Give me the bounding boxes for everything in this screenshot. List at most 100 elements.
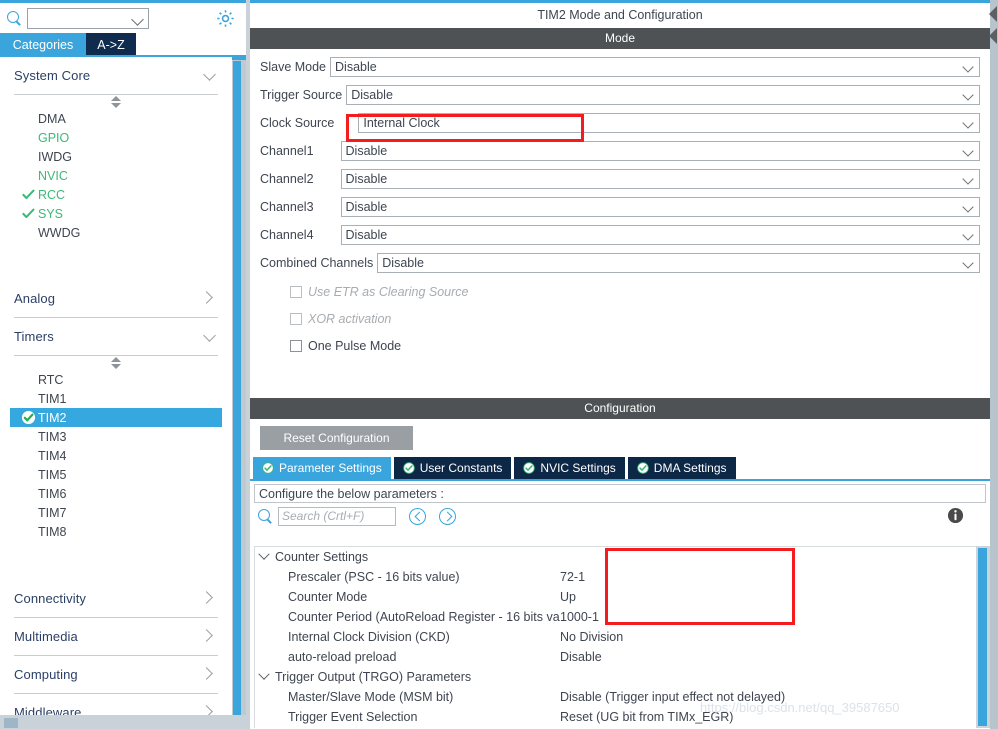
previous-match-icon[interactable] bbox=[409, 507, 426, 525]
category-group-system-core[interactable]: System Core bbox=[14, 57, 218, 95]
peripheral-item-tim7[interactable]: TIM7 bbox=[0, 503, 232, 522]
peripheral-item-wwdg[interactable]: WWDG bbox=[0, 223, 232, 242]
tab-categories[interactable]: Categories bbox=[0, 33, 86, 57]
tab-nvic-settings-label: NVIC Settings bbox=[540, 461, 616, 475]
param-row-counter-period[interactable]: Counter Period (AutoReload Register - 16… bbox=[255, 607, 976, 627]
select-slave-mode[interactable]: Disable bbox=[330, 57, 980, 77]
param-row-internal-clock-division[interactable]: Internal Clock Division (CKD) No Divisio… bbox=[255, 627, 976, 647]
category-group-label: Multimedia bbox=[14, 629, 78, 644]
param-group-counter-settings[interactable]: Counter Settings bbox=[255, 547, 976, 567]
category-group-timers[interactable]: Timers bbox=[14, 318, 218, 356]
chevron-right-icon bbox=[200, 667, 213, 680]
peripheral-item-tim8[interactable]: TIM8 bbox=[0, 522, 232, 541]
checkbox-xor-activation[interactable]: XOR activation bbox=[260, 308, 980, 330]
category-group-label: Timers bbox=[14, 329, 54, 344]
peripheral-item-rtc[interactable]: RTC bbox=[0, 370, 232, 389]
category-group-multimedia[interactable]: Multimedia bbox=[14, 618, 218, 656]
chevron-down-icon bbox=[131, 12, 144, 26]
scroll-spinner-timers[interactable] bbox=[0, 356, 232, 370]
left-panel-scrollbar-thumb[interactable] bbox=[233, 61, 241, 723]
tab-user-constants[interactable]: User Constants bbox=[393, 457, 512, 479]
label-channel2: Channel2 bbox=[260, 172, 314, 186]
param-name: Counter Period (AutoReload Register - 16… bbox=[288, 610, 560, 624]
tab-a-to-z[interactable]: A->Z bbox=[86, 33, 136, 57]
chevron-down-icon bbox=[962, 145, 974, 157]
tab-nvic-settings[interactable]: NVIC Settings bbox=[514, 457, 625, 479]
scroll-spinner-top[interactable] bbox=[0, 95, 232, 109]
select-clock-source[interactable]: Internal Clock bbox=[358, 113, 980, 133]
peripheral-item-tim5[interactable]: TIM5 bbox=[0, 465, 232, 484]
select-slave-mode-value: Disable bbox=[335, 60, 377, 74]
peripheral-item-tim3[interactable]: TIM3 bbox=[0, 427, 232, 446]
configuration-panel: TIM2 Mode and Configuration Mode Slave M… bbox=[250, 0, 990, 729]
param-group-trigger-output[interactable]: Trigger Output (TRGO) Parameters bbox=[255, 667, 976, 687]
param-row-counter-mode[interactable]: Counter Mode Up bbox=[255, 587, 976, 607]
row-channel2: Channel2 Disable bbox=[260, 169, 980, 189]
select-channel1[interactable]: Disable bbox=[340, 141, 980, 161]
info-icon[interactable] bbox=[947, 507, 964, 524]
tab-categories-label: Categories bbox=[12, 38, 74, 52]
left-panel-scrollbar-cap bbox=[232, 57, 246, 60]
peripheral-item-tim1[interactable]: TIM1 bbox=[0, 389, 232, 408]
peripheral-item-tim6[interactable]: TIM6 bbox=[0, 484, 232, 503]
checkbox-box bbox=[290, 286, 302, 298]
tab-parameter-settings[interactable]: Parameter Settings bbox=[253, 457, 391, 479]
select-combined-channels[interactable]: Disable bbox=[377, 253, 980, 273]
checkbox-use-etr-clearing-source[interactable]: Use ETR as Clearing Source bbox=[260, 281, 980, 303]
selector-tabs: Categories A->Z bbox=[0, 33, 246, 57]
select-channel4[interactable]: Disable bbox=[340, 225, 980, 245]
category-list: System Core DMA GPIO IWDG NVIC RCC SYS W… bbox=[0, 57, 232, 718]
peripheral-item-iwdg[interactable]: IWDG bbox=[0, 147, 232, 166]
panel-splitter[interactable] bbox=[990, 0, 998, 729]
search-icon bbox=[5, 9, 23, 27]
check-icon bbox=[22, 207, 35, 220]
param-row-prescaler[interactable]: Prescaler (PSC - 16 bits value) 72-1 bbox=[255, 567, 976, 587]
param-name: Counter Mode bbox=[288, 590, 368, 604]
peripheral-label: TIM4 bbox=[38, 448, 67, 463]
category-group-analog[interactable]: Analog bbox=[14, 280, 218, 318]
splitter-arrows[interactable] bbox=[988, 4, 998, 48]
select-channel2[interactable]: Disable bbox=[340, 169, 980, 189]
category-group-connectivity[interactable]: Connectivity bbox=[14, 580, 218, 618]
param-group-label: Trigger Output (TRGO) Parameters bbox=[275, 670, 472, 684]
watermark: https://blog.csdn.net/qq_39587650 bbox=[700, 700, 900, 715]
peripheral-label: TIM6 bbox=[38, 486, 67, 501]
reset-configuration-button[interactable]: Reset Configuration bbox=[260, 426, 413, 450]
peripheral-label: TIM7 bbox=[38, 505, 67, 520]
peripheral-label: IWDG bbox=[38, 149, 73, 164]
chevron-right-icon bbox=[200, 629, 213, 642]
category-group-label: Analog bbox=[14, 291, 56, 306]
peripheral-item-gpio[interactable]: GPIO bbox=[0, 128, 232, 147]
peripheral-item-tim2[interactable]: TIM2 bbox=[10, 408, 222, 427]
param-row-auto-reload-preload[interactable]: auto-reload preload Disable bbox=[255, 647, 976, 667]
parameter-table-scrollbar-thumb[interactable] bbox=[978, 548, 987, 726]
tab-dma-settings[interactable]: DMA Settings bbox=[627, 457, 736, 479]
spinner-down-icon bbox=[111, 103, 121, 108]
chevron-down-icon bbox=[962, 173, 974, 185]
checkbox-one-pulse-mode[interactable]: One Pulse Mode bbox=[260, 335, 980, 357]
horizontal-scrollbar-thumb[interactable] bbox=[4, 718, 18, 728]
search-row bbox=[0, 3, 246, 33]
gear-icon[interactable] bbox=[215, 8, 236, 29]
peripheral-label: RCC bbox=[38, 187, 66, 202]
peripheral-item-rcc[interactable]: RCC bbox=[0, 185, 232, 204]
select-trigger-source[interactable]: Disable bbox=[346, 85, 980, 105]
select-channel3[interactable]: Disable bbox=[340, 197, 980, 217]
param-value: Up bbox=[560, 590, 576, 604]
peripheral-label: DMA bbox=[38, 111, 66, 126]
peripheral-item-sys[interactable]: SYS bbox=[0, 204, 232, 223]
row-channel3: Channel3 Disable bbox=[260, 197, 980, 217]
peripheral-label: GPIO bbox=[38, 130, 70, 145]
check-circle-icon bbox=[21, 410, 36, 425]
search-input[interactable] bbox=[27, 7, 149, 29]
category-group-computing[interactable]: Computing bbox=[14, 656, 218, 694]
checkbox-label: Use ETR as Clearing Source bbox=[308, 285, 469, 299]
chevron-down-icon bbox=[258, 548, 270, 560]
next-match-icon[interactable] bbox=[439, 507, 456, 525]
peripheral-item-tim4[interactable]: TIM4 bbox=[0, 446, 232, 465]
configuration-section: Configuration Reset Configuration Parame… bbox=[250, 398, 990, 729]
peripheral-item-dma[interactable]: DMA bbox=[0, 109, 232, 128]
peripheral-item-nvic[interactable]: NVIC bbox=[0, 166, 232, 185]
parameter-search-input[interactable]: Search (Crtl+F) bbox=[278, 506, 396, 526]
param-value: 1000-1 bbox=[560, 610, 599, 624]
